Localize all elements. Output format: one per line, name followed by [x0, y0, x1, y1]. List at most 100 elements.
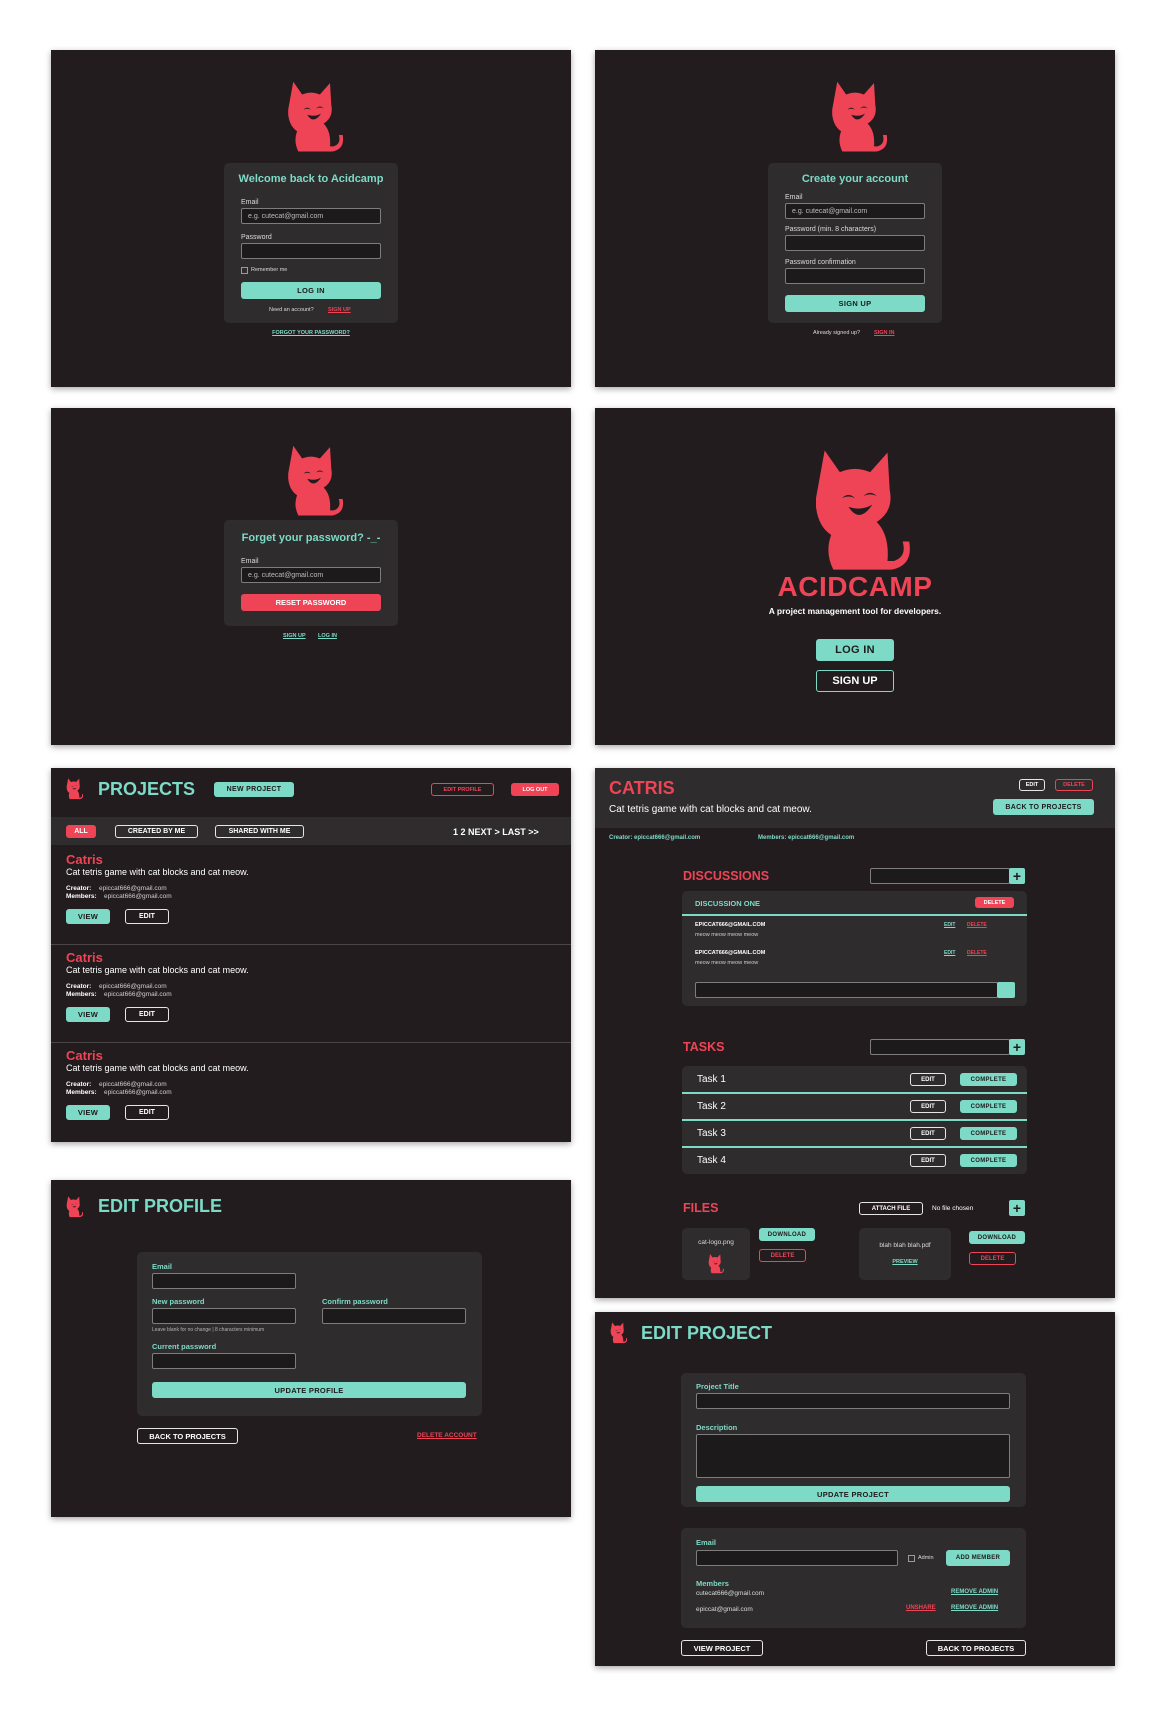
task-divider — [682, 1119, 1027, 1121]
page-title: EDIT PROFILE — [98, 1196, 223, 1216]
password-input[interactable] — [241, 243, 381, 259]
forgot-password-screen: Forget your password? -_- Email e.g. cut… — [51, 408, 571, 745]
file-name: cat-logo.png — [698, 1239, 734, 1246]
back-to-projects-button[interactable]: BACK TO PROJECTS — [993, 799, 1094, 815]
landing-login-button[interactable]: LOG IN — [816, 639, 894, 661]
add-discussion-button[interactable]: + — [1009, 868, 1025, 884]
send-message-button[interactable] — [997, 982, 1015, 998]
delete-project-button[interactable]: DELETE — [1055, 779, 1093, 791]
edit-task-button[interactable]: EDIT — [910, 1073, 946, 1086]
email-input[interactable] — [152, 1273, 296, 1289]
edit-task-button[interactable]: EDIT — [910, 1100, 946, 1113]
new-password-input[interactable] — [152, 1308, 296, 1324]
filter-all[interactable]: ALL — [66, 825, 96, 838]
password-input[interactable] — [785, 235, 925, 251]
login-link[interactable]: LOG IN — [318, 633, 337, 639]
complete-task-button[interactable]: COMPLETE — [960, 1073, 1017, 1086]
edit-button[interactable]: EDIT — [125, 1105, 169, 1120]
signin-link[interactable]: SIGN IN — [874, 330, 894, 336]
current-password-input[interactable] — [152, 1353, 296, 1369]
add-task-button[interactable]: + — [1009, 1039, 1025, 1055]
email-input[interactable]: e.g. cutecat@gmail.com — [785, 203, 925, 219]
signup-link[interactable]: SIGN UP — [328, 307, 351, 313]
view-button[interactable]: VIEW — [66, 909, 110, 924]
attach-file-button[interactable]: ATTACH FILE — [859, 1202, 923, 1215]
member-email: cutecat666@gmail.com — [696, 1590, 765, 1597]
admin-checkbox[interactable] — [908, 1555, 915, 1562]
new-discussion-input[interactable] — [870, 868, 1010, 884]
login-button[interactable]: LOG IN — [241, 282, 381, 299]
tasks-title: TASKS — [683, 1040, 725, 1054]
view-button[interactable]: VIEW — [66, 1105, 110, 1120]
signup-link[interactable]: SIGN UP — [283, 633, 306, 639]
complete-task-button[interactable]: COMPLETE — [960, 1154, 1017, 1167]
project-title-input[interactable] — [696, 1393, 1010, 1409]
confirm-label: Password confirmation — [785, 259, 856, 266]
new-message-input[interactable] — [695, 982, 998, 998]
email-input[interactable]: e.g. cutecat@gmail.com — [241, 208, 381, 224]
description-textarea[interactable] — [696, 1434, 1010, 1478]
edit-project-button[interactable]: EDIT — [1019, 779, 1045, 791]
view-project-button[interactable]: VIEW PROJECT — [681, 1640, 763, 1656]
current-password-label: Current password — [152, 1342, 217, 1351]
edit-button[interactable]: EDIT — [125, 909, 169, 924]
remember-checkbox[interactable] — [241, 267, 248, 274]
edit-message-link[interactable]: EDIT — [944, 922, 955, 928]
complete-task-button[interactable]: COMPLETE — [960, 1127, 1017, 1140]
new-project-button[interactable]: NEW PROJECT — [214, 782, 294, 797]
download-button[interactable]: DOWNLOAD — [969, 1231, 1025, 1244]
discussion-card: DISCUSSION ONE DELETE EPICCAT666@GMAIL.C… — [682, 891, 1027, 1006]
cat-icon — [64, 777, 83, 800]
delete-file-button[interactable]: DELETE — [759, 1249, 806, 1262]
file-card: blah blah blah.pdf PREVIEW — [859, 1228, 951, 1280]
delete-discussion-button[interactable]: DELETE — [975, 897, 1014, 908]
cat-icon — [823, 78, 887, 154]
new-task-input[interactable] — [870, 1039, 1010, 1055]
view-button[interactable]: VIEW — [66, 1007, 110, 1022]
reset-password-button[interactable]: RESET PASSWORD — [241, 594, 381, 611]
delete-message-link[interactable]: DELETE — [967, 950, 987, 956]
confirm-password-input[interactable] — [322, 1308, 466, 1324]
task-name: Task 3 — [697, 1128, 726, 1139]
landing-signup-button[interactable]: SIGN UP — [816, 670, 894, 692]
update-profile-button[interactable]: UPDATE PROFILE — [152, 1382, 466, 1398]
unshare-link[interactable]: UNSHARE — [906, 1605, 936, 1611]
creator-value: epiccat666@gmail.com — [99, 885, 167, 892]
filter-shared-with-me[interactable]: SHARED WITH ME — [215, 825, 304, 838]
forgot-password-link[interactable]: FORGOT YOUR PASSWORD? — [51, 330, 571, 336]
email-input[interactable]: e.g. cutecat@gmail.com — [241, 567, 381, 583]
remove-admin-link[interactable]: REMOVE ADMIN — [951, 1589, 998, 1595]
edit-button[interactable]: EDIT — [125, 1007, 169, 1022]
member-email-input[interactable] — [696, 1550, 898, 1566]
edit-message-link[interactable]: EDIT — [944, 950, 955, 956]
pagination[interactable]: 1 2 NEXT > LAST >> — [453, 827, 539, 837]
members-value: epiccat666@gmail.com — [104, 1089, 172, 1096]
message-body: meow meow meow meow — [695, 932, 759, 938]
members-value: epiccat666@gmail.com — [104, 991, 172, 998]
back-to-projects-button[interactable]: BACK TO PROJECTS — [137, 1428, 238, 1444]
project-name: Catris — [66, 950, 103, 965]
delete-file-button[interactable]: DELETE — [969, 1252, 1016, 1265]
delete-account-link[interactable]: DELETE ACCOUNT — [417, 1432, 477, 1439]
edit-task-button[interactable]: EDIT — [910, 1127, 946, 1140]
members-card: Email Admin ADD MEMBER Members cutecat66… — [681, 1528, 1026, 1628]
signup-button[interactable]: SIGN UP — [785, 295, 925, 312]
edit-profile-button[interactable]: EDIT PROFILE — [431, 783, 494, 796]
email-label: Email — [696, 1538, 717, 1547]
update-project-button[interactable]: UPDATE PROJECT — [696, 1486, 1010, 1502]
filter-created-by-me[interactable]: CREATED BY ME — [115, 825, 198, 838]
add-member-button[interactable]: ADD MEMBER — [946, 1550, 1010, 1566]
divider — [682, 914, 1027, 916]
delete-message-link[interactable]: DELETE — [967, 922, 987, 928]
complete-task-button[interactable]: COMPLETE — [960, 1100, 1017, 1113]
confirm-input[interactable] — [785, 268, 925, 284]
download-button[interactable]: DOWNLOAD — [759, 1228, 815, 1241]
back-to-projects-button[interactable]: BACK TO PROJECTS — [926, 1640, 1026, 1656]
upload-file-button[interactable]: + — [1009, 1200, 1025, 1216]
log-out-button[interactable]: LOG OUT — [511, 783, 559, 796]
discussion-name: DISCUSSION ONE — [695, 899, 761, 908]
edit-task-button[interactable]: EDIT — [910, 1154, 946, 1167]
remove-admin-link[interactable]: REMOVE ADMIN — [951, 1605, 998, 1611]
preview-link[interactable]: PREVIEW — [859, 1259, 951, 1265]
signup-screen: Create your account Email e.g. cutecat@g… — [595, 50, 1115, 387]
